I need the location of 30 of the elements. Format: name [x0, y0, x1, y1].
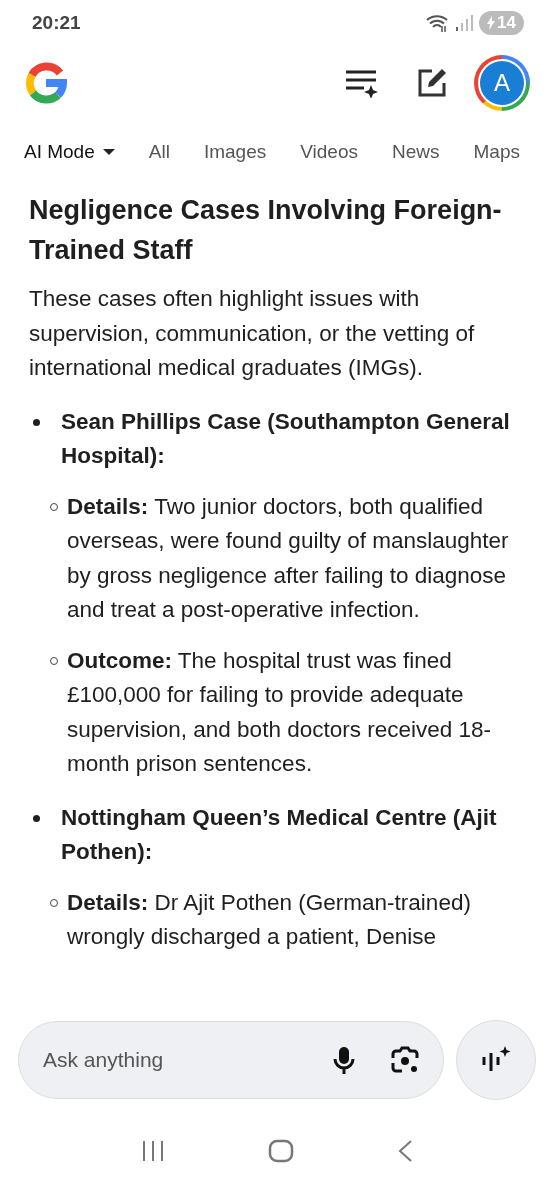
tab[interactable]: All: [148, 141, 170, 163]
tab[interactable]: Maps: [473, 141, 520, 163]
case-title: Sean Phillips Case (Southampton General Hospital):: [61, 407, 511, 470]
lens-camera-icon[interactable]: [391, 1046, 419, 1074]
detail-paragraph: Outcome: The hospital trust was fined £100,000 for failing to provide adequate supervision, and both doctors received 18-month prison sentences.: [67, 646, 492, 778]
bullet-icon: [33, 814, 40, 822]
google-logo: [24, 61, 68, 105]
tab[interactable]: Videos: [300, 141, 358, 163]
microphone-icon[interactable]: [333, 1046, 355, 1074]
ask-field[interactable]: Ask anything: [41, 1047, 333, 1073]
answer-heading: Negligence Cases Involving Foreign-Trained Staff: [29, 194, 503, 267]
recent-apps-icon[interactable]: [141, 1140, 166, 1162]
battery-indicator: 14: [479, 11, 524, 35]
intro-paragraph: These cases often highlight issues with supervision, communication, or the vetting of international medical graduates (IMGs).: [29, 285, 476, 382]
tab[interactable]: News: [391, 141, 440, 163]
tab[interactable]: AI Mode: [24, 141, 115, 163]
home-icon[interactable]: [268, 1139, 294, 1163]
back-icon[interactable]: [396, 1139, 413, 1163]
account-avatar[interactable]: A: [474, 55, 530, 111]
case-title: Nottingham Queen’s Medical Centre (Ajit Pothen):: [61, 803, 498, 866]
signal-icon: [455, 15, 474, 31]
status-time: 20:21: [32, 12, 82, 34]
detail-paragraph: Details: Two junior doctors, both qualified overseas, were found guilty of manslaughter by gross negligence after failing to diagnose and treat a post-operative infection.: [67, 492, 510, 624]
avatar-letter: A: [480, 61, 524, 105]
history-list-icon[interactable]: [344, 68, 378, 98]
detail-paragraph: Details: Dr Ajit Pothen (German-trained) wrongly discharged a patient, Denise: [67, 888, 472, 951]
edit-icon[interactable]: [416, 67, 448, 99]
caret-icon: [102, 149, 115, 155]
bullet-icon: [33, 418, 40, 426]
tab[interactable]: Images: [203, 141, 267, 163]
